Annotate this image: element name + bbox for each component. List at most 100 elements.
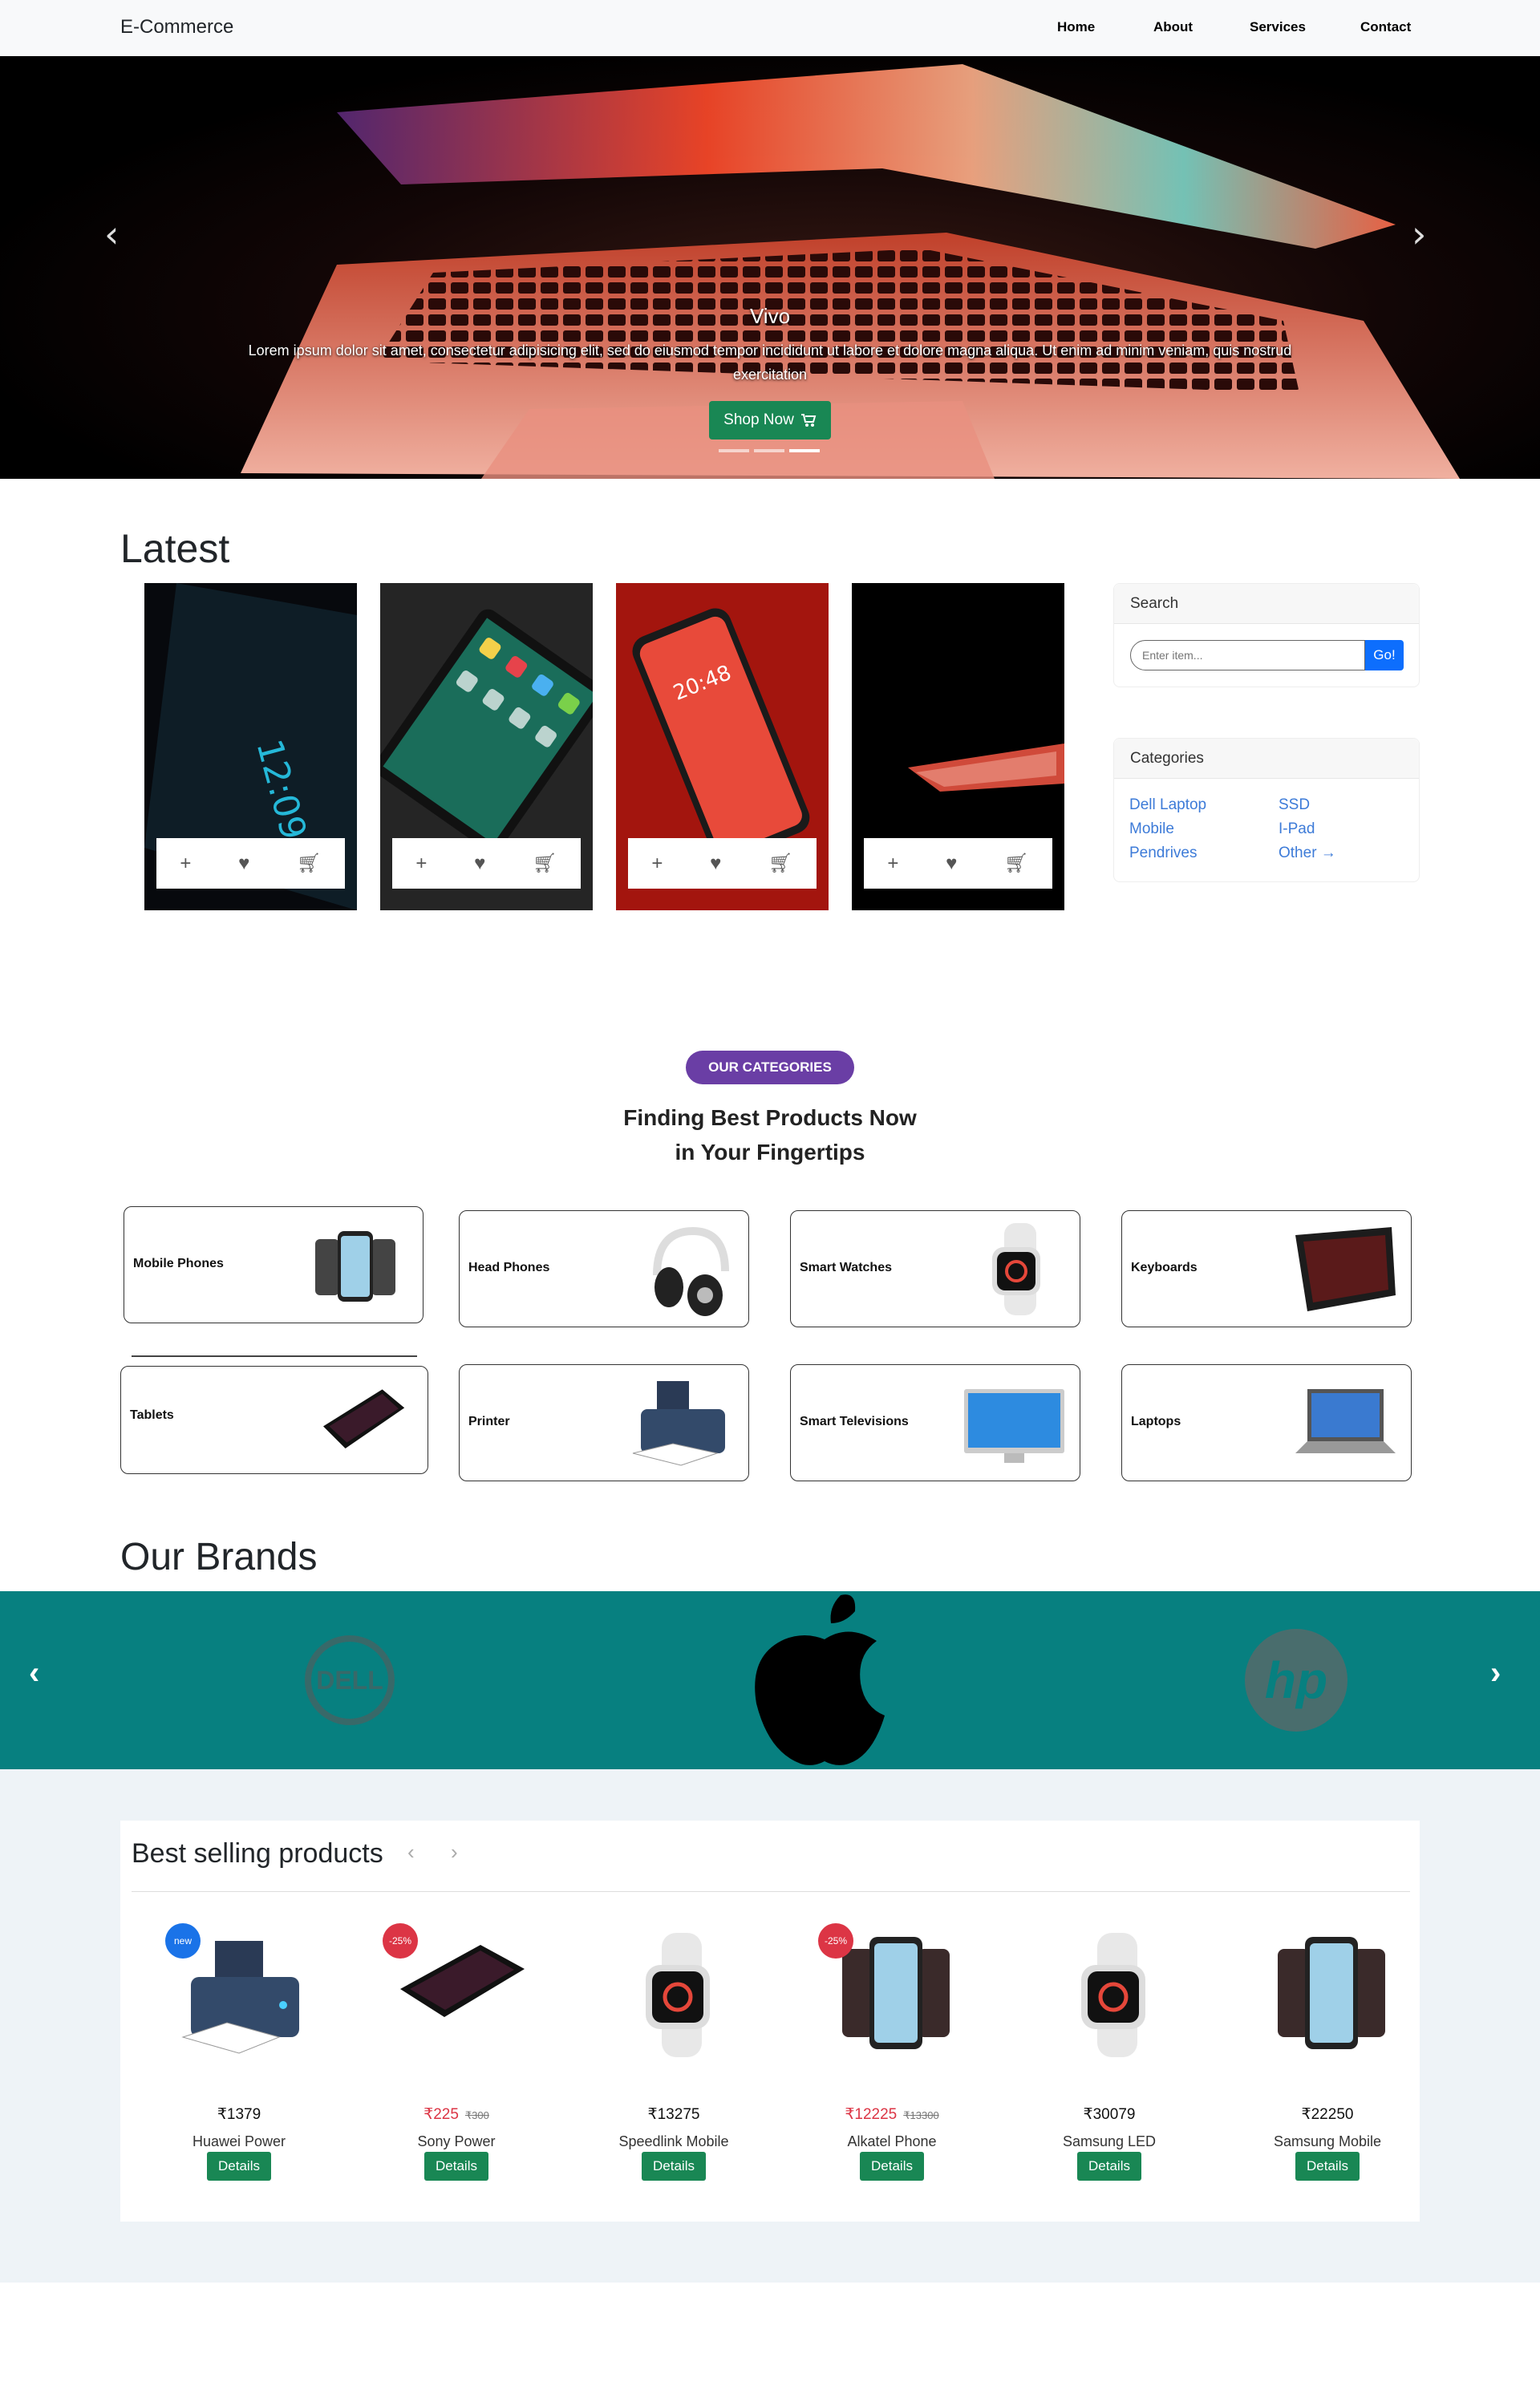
latest-product-card[interactable]: + ♥ 🛒︎ bbox=[380, 583, 593, 910]
categories-widget: Categories Dell Laptop Mobile Pendrives … bbox=[1113, 738, 1420, 882]
product-actions: + ♥ 🛒︎ bbox=[628, 838, 817, 889]
nav-about[interactable]: About bbox=[1153, 19, 1193, 35]
brands-carousel: ‹ › DELL hp bbox=[0, 1591, 1540, 1769]
brands-prev-arrow[interactable]: ‹ bbox=[29, 1655, 39, 1691]
category-label: Smart Televisions bbox=[800, 1415, 909, 1428]
category-card-keyboards[interactable]: Keyboards bbox=[1121, 1210, 1412, 1327]
best-product-item[interactable]: ₹22250 Samsung Mobile Details bbox=[1231, 1909, 1424, 2190]
categories-heading-line2: in Your Fingertips bbox=[675, 1140, 865, 1165]
heart-icon[interactable]: ♥ bbox=[238, 853, 249, 875]
cart-icon[interactable]: 🛒︎ bbox=[297, 852, 321, 875]
hero-text: Lorem ipsum dolor sit amet, consectetur … bbox=[248, 342, 1292, 383]
search-go-button[interactable]: Go! bbox=[1365, 640, 1404, 670]
category-link-other[interactable]: Other → bbox=[1279, 845, 1336, 862]
search-widget-title: Search bbox=[1114, 584, 1419, 624]
categories-heading-line1: Finding Best Products Now bbox=[623, 1105, 917, 1130]
heart-icon[interactable]: ♥ bbox=[710, 853, 721, 875]
brand-logo[interactable]: E-Commerce bbox=[120, 16, 233, 38]
nav-home[interactable]: Home bbox=[1057, 19, 1095, 35]
product-name: Alkatel Phone bbox=[847, 2133, 937, 2149]
details-button[interactable]: Details bbox=[424, 2152, 488, 2181]
product-actions: + ♥ 🛒︎ bbox=[864, 838, 1052, 889]
hero-indicator-3[interactable] bbox=[789, 449, 820, 452]
latest-product-card[interactable]: + ♥ 🛒︎ bbox=[852, 583, 1064, 910]
category-label: Laptops bbox=[1131, 1415, 1181, 1428]
apple-logo[interactable] bbox=[744, 1591, 905, 1769]
headphones-image bbox=[653, 1226, 729, 1316]
best-product-item[interactable]: -25% ₹12225 ₹13300 Alkatel Phone Details bbox=[796, 1909, 988, 2190]
new-badge: new bbox=[165, 1923, 201, 1959]
latest-title: Latest bbox=[120, 526, 230, 571]
nav-services[interactable]: Services bbox=[1250, 19, 1306, 35]
search-widget: Search Go! bbox=[1113, 583, 1420, 687]
mobile-phones-image bbox=[315, 1231, 395, 1302]
product-actions: + ♥ 🛒︎ bbox=[156, 838, 345, 889]
cart-icon[interactable]: 🛒︎ bbox=[768, 852, 792, 875]
product-price: ₹13275 bbox=[647, 2106, 700, 2123]
category-link-ssd[interactable]: SSD bbox=[1279, 796, 1310, 814]
category-card-head-phones[interactable]: Head Phones bbox=[459, 1210, 749, 1327]
categories-widget-title: Categories bbox=[1114, 739, 1419, 779]
brands-title: Our Brands bbox=[120, 1536, 318, 1578]
shop-now-button[interactable]: Shop Now bbox=[709, 401, 831, 440]
our-categories-pill: OUR CATEGORIES bbox=[686, 1051, 854, 1084]
dell-logo[interactable]: DELL bbox=[305, 1635, 395, 1725]
category-card-smart-watches[interactable]: Smart Watches bbox=[790, 1210, 1080, 1327]
search-input[interactable] bbox=[1130, 640, 1365, 670]
best-product-item[interactable]: new ₹1379 Huawei Power Details bbox=[143, 1909, 335, 2190]
category-link-dell-laptop[interactable]: Dell Laptop bbox=[1129, 796, 1206, 814]
navbar: E-Commerce Home About Services Contact bbox=[0, 0, 1540, 56]
hero-indicator-1[interactable] bbox=[719, 449, 749, 452]
details-button[interactable]: Details bbox=[1077, 2152, 1141, 2181]
product-name: Samsung LED bbox=[1062, 2133, 1157, 2149]
latest-product-card[interactable]: 20:48 + ♥ 🛒︎ bbox=[616, 583, 829, 910]
category-link-pendrives[interactable]: Pendrives bbox=[1129, 845, 1198, 862]
brands-next-arrow[interactable]: › bbox=[1490, 1655, 1501, 1691]
best-next-arrow[interactable]: › bbox=[451, 1840, 458, 1865]
shop-now-label: Shop Now bbox=[723, 411, 794, 428]
best-product-item[interactable]: ₹30079 Samsung LED Details bbox=[1013, 1909, 1206, 2190]
latest-product-card[interactable]: 12:09 + ♥ 🛒︎ bbox=[144, 583, 357, 910]
details-button[interactable]: Details bbox=[642, 2152, 706, 2181]
category-card-laptops[interactable]: Laptops bbox=[1121, 1364, 1412, 1481]
heart-icon[interactable]: ♥ bbox=[474, 853, 485, 875]
plus-icon[interactable]: + bbox=[415, 853, 427, 875]
smart-watch-image bbox=[1081, 1933, 1145, 2057]
laptop-image bbox=[1295, 1389, 1396, 1453]
hero-prev-arrow[interactable]: ‹ bbox=[104, 213, 119, 256]
heart-icon[interactable]: ♥ bbox=[946, 853, 957, 875]
cart-icon[interactable]: 🛒︎ bbox=[533, 852, 557, 875]
printer-image bbox=[632, 1381, 725, 1466]
category-link-ipad[interactable]: I-Pad bbox=[1279, 820, 1315, 838]
product-name: Samsung Mobile bbox=[1273, 2133, 1382, 2149]
hero-carousel: ‹ › Vivo Lorem ipsum dolor sit amet, con… bbox=[0, 56, 1540, 479]
details-button[interactable]: Details bbox=[207, 2152, 271, 2181]
details-button[interactable]: Details bbox=[1295, 2152, 1360, 2181]
product-price: ₹30079 bbox=[1083, 2106, 1136, 2123]
category-card-smart-televisions[interactable]: Smart Televisions bbox=[790, 1364, 1080, 1481]
best-prev-arrow[interactable]: ‹ bbox=[407, 1840, 415, 1865]
best-product-item[interactable]: ₹13275 Speedlink Mobile Details bbox=[578, 1909, 770, 2190]
plus-icon[interactable]: + bbox=[180, 853, 191, 875]
product-price: ₹12225 ₹13300 bbox=[845, 2106, 939, 2123]
hero-indicator-2[interactable] bbox=[754, 449, 784, 452]
category-card-mobile-phones[interactable]: Mobile Phones bbox=[124, 1206, 424, 1323]
product-name: Huawei Power bbox=[192, 2133, 286, 2149]
divider bbox=[132, 1891, 1410, 1892]
hero-title: Vivo bbox=[749, 304, 791, 328]
best-product-item[interactable]: -25% ₹225 ₹300 Sony Power Details bbox=[360, 1909, 553, 2190]
category-label: Tablets bbox=[130, 1408, 174, 1422]
cart-icon bbox=[800, 414, 817, 427]
plus-icon[interactable]: + bbox=[887, 853, 898, 875]
category-label: Mobile Phones bbox=[133, 1257, 224, 1270]
category-card-printer[interactable]: Printer bbox=[459, 1364, 749, 1481]
nav-contact[interactable]: Contact bbox=[1360, 19, 1411, 35]
cart-icon[interactable]: 🛒︎ bbox=[1004, 852, 1028, 875]
hp-logo[interactable]: hp bbox=[1245, 1629, 1348, 1732]
plus-icon[interactable]: + bbox=[651, 853, 663, 875]
category-label: Keyboards bbox=[1131, 1261, 1198, 1274]
category-link-mobile[interactable]: Mobile bbox=[1129, 820, 1174, 838]
hero-next-arrow[interactable]: › bbox=[1412, 213, 1426, 256]
details-button[interactable]: Details bbox=[860, 2152, 924, 2181]
category-card-tablets[interactable]: Tablets bbox=[120, 1366, 428, 1474]
